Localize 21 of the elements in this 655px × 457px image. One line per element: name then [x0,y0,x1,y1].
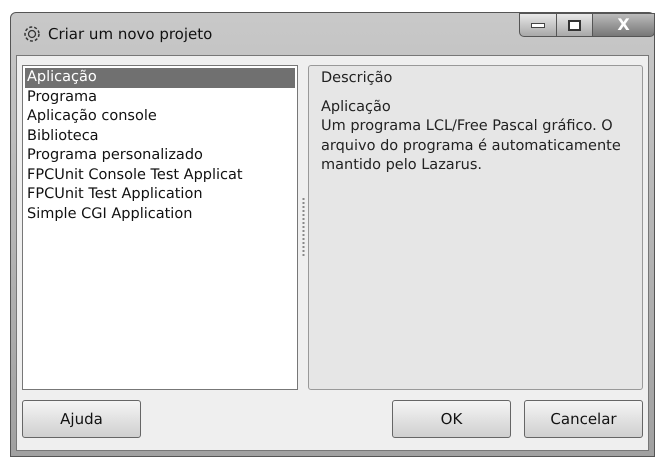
window-title: Criar um novo projeto [48,24,212,45]
cancel-button[interactable]: Cancelar [524,400,643,438]
description-heading: Aplicação [321,98,392,117]
gear-icon [22,24,42,44]
minimize-button[interactable] [519,13,557,37]
maximize-icon [568,20,581,30]
help-button[interactable]: Ajuda [22,400,141,438]
list-item[interactable]: Biblioteca [25,126,295,146]
list-item[interactable]: Aplicação [25,68,295,88]
minimize-icon [531,22,545,28]
ok-button[interactable]: OK [392,400,511,438]
list-item[interactable]: Programa personalizado [25,146,295,166]
splitter-grip-icon [302,198,304,258]
maximize-button[interactable] [557,13,593,37]
list-item[interactable]: Programa [25,88,295,107]
list-item[interactable]: Aplicação console [25,107,295,126]
list-item[interactable]: FPCUnit Console Test Applicat [25,166,295,185]
list-item[interactable]: FPCUnit Test Application [25,185,295,204]
list-item[interactable]: Simple CGI Application [25,204,295,224]
panel-title: Descrição [321,69,394,88]
description-text: Um programa LCL/Free Pascal gráfico. O arquivo do programa é automaticamente mantido pelo Lazarus. [321,117,621,176]
